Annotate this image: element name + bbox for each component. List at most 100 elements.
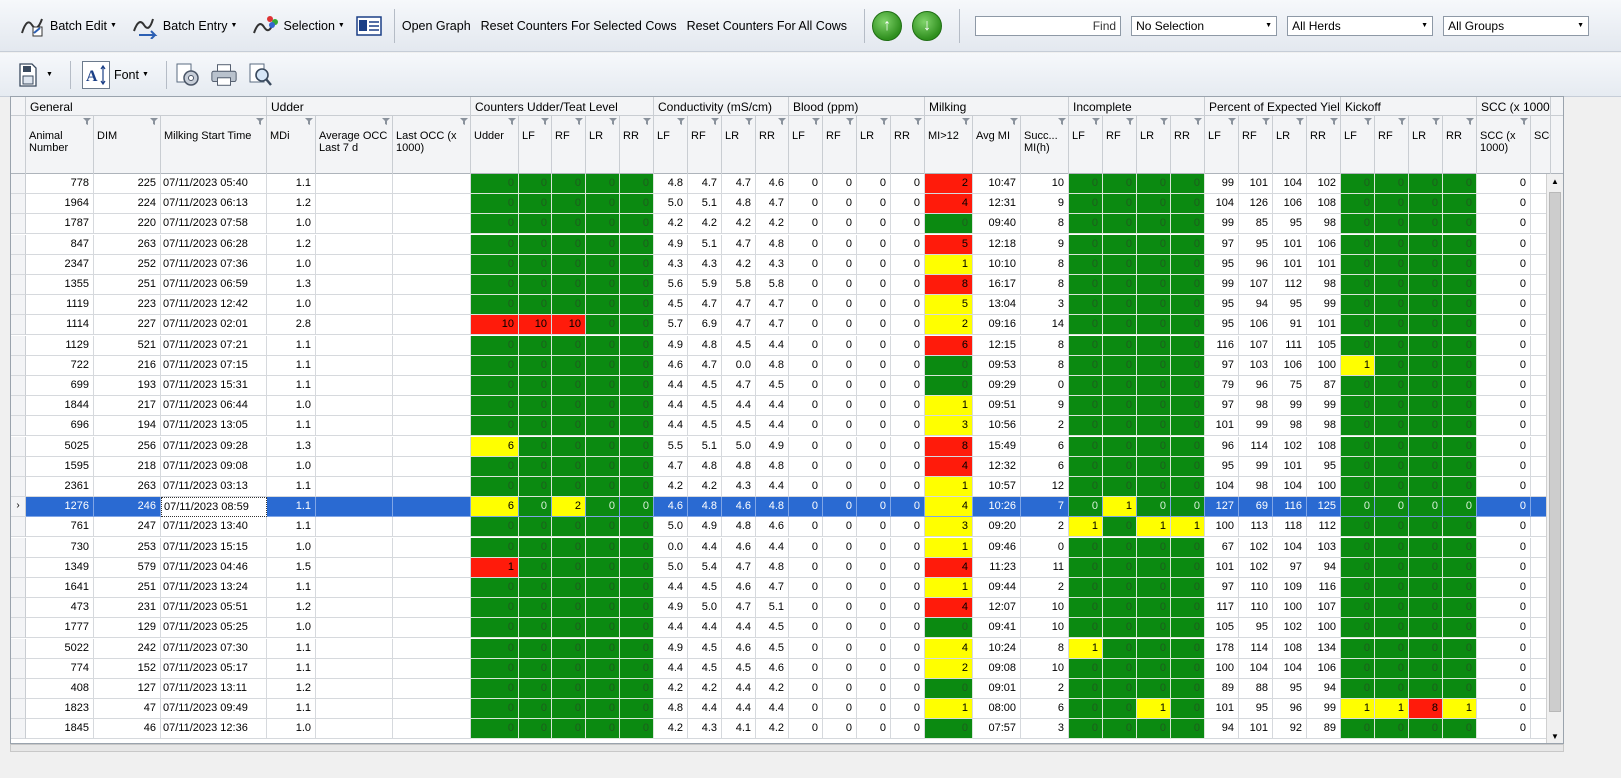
table-cell[interactable]: 0 (891, 355, 925, 376)
table-cell[interactable]: 0 (471, 638, 519, 659)
table-cell[interactable]: 0 (891, 658, 925, 679)
table-cell[interactable]: 0 (1341, 275, 1375, 295)
table-cell[interactable]: 1.0 (267, 214, 316, 235)
filter-icon[interactable] (1520, 118, 1528, 125)
table-cell[interactable]: 4.5 (722, 658, 756, 679)
table-cell[interactable]: 104 (1205, 477, 1239, 497)
table-cell[interactable]: 0 (823, 436, 857, 457)
table-row[interactable]: 1964 224 07/11/2023 06:13 1.2 0 0 0 0 0 5.0 5.1 4.8… (11, 194, 1546, 215)
table-cell[interactable]: 96 (1205, 436, 1239, 457)
table-cell[interactable]: 0 (1137, 497, 1171, 518)
table-cell[interactable]: 126 (1239, 194, 1273, 215)
table-cell[interactable]: 0 (1375, 254, 1409, 275)
table-cell[interactable]: 0 (1069, 315, 1103, 336)
filter-icon[interactable] (382, 118, 390, 125)
table-cell[interactable]: 4.2 (756, 214, 789, 235)
table-cell[interactable]: 6 (1021, 456, 1069, 477)
table-cell[interactable]: 0 (519, 396, 552, 417)
table-cell[interactable]: 4.8 (722, 456, 756, 477)
table-cell[interactable]: 07/11/2023 07:30 (161, 638, 267, 659)
table-cell[interactable]: 0 (586, 456, 620, 477)
table-cell[interactable]: 0 (789, 456, 823, 477)
table-cell[interactable]: 09:40 (973, 214, 1021, 235)
column-header[interactable]: LR (1273, 116, 1307, 174)
table-cell[interactable]: 0 (1375, 537, 1409, 558)
table-cell[interactable]: 9 (1021, 396, 1069, 417)
table-cell[interactable]: 0 (519, 638, 552, 659)
table-cell[interactable] (316, 396, 393, 417)
table-cell[interactable]: 0 (586, 174, 620, 194)
table-cell[interactable]: 0 (823, 477, 857, 497)
table-cell[interactable]: 09:29 (973, 376, 1021, 396)
table-cell[interactable]: 847 (26, 234, 94, 255)
table-cell[interactable]: 07/11/2023 09:08 (161, 456, 267, 477)
table-cell[interactable]: 1595 (26, 456, 94, 477)
table-cell[interactable]: 0 (1443, 578, 1477, 598)
table-cell[interactable]: 0 (1069, 537, 1103, 558)
table-cell[interactable]: 0 (789, 658, 823, 679)
table-cell[interactable]: 0 (1341, 537, 1375, 558)
table-cell[interactable]: 4.4 (722, 618, 756, 639)
table-cell[interactable]: 0 (552, 275, 586, 295)
table-cell[interactable]: 117 (1205, 598, 1239, 619)
table-cell[interactable]: 263 (94, 477, 161, 497)
table-cell[interactable]: 0 (552, 376, 586, 396)
table-cell[interactable]: 07/11/2023 13:40 (161, 517, 267, 538)
table-row[interactable]: 1349 579 07/11/2023 04:46 1.5 1 0 0 0 0 5.0 5.4 4.7… (11, 557, 1546, 578)
table-cell[interactable]: 0 (1409, 194, 1443, 215)
table-cell[interactable]: 12:15 (973, 335, 1021, 356)
column-header[interactable]: RF (823, 116, 857, 174)
table-cell[interactable]: 0 (586, 699, 620, 720)
table-cell[interactable]: 4.7 (688, 295, 722, 316)
filter-icon[interactable] (460, 118, 468, 125)
table-cell[interactable]: 1 (1341, 699, 1375, 720)
table-cell[interactable]: 0 (1103, 376, 1137, 396)
table-cell[interactable]: 0 (1137, 638, 1171, 659)
table-cell[interactable]: 4.2 (756, 719, 789, 740)
table-cell[interactable] (1531, 416, 1546, 437)
table-cell[interactable]: 0 (1171, 234, 1205, 255)
table-cell[interactable]: 0 (925, 618, 973, 639)
table-cell[interactable]: 107 (1239, 335, 1273, 356)
table-cell[interactable]: 101 (1273, 456, 1307, 477)
table-cell[interactable]: 12:18 (973, 234, 1021, 255)
table-cell[interactable]: 0 (471, 254, 519, 275)
table-cell[interactable]: 0 (620, 598, 654, 619)
table-cell[interactable]: 09:20 (973, 517, 1021, 538)
table-cell[interactable]: 88 (1239, 679, 1273, 699)
row-indicator[interactable] (11, 578, 26, 598)
table-cell[interactable]: 0 (857, 275, 891, 295)
table-cell[interactable]: 95 (1205, 315, 1239, 336)
table-row[interactable]: 1845 46 07/11/2023 12:36 1.0 0 0 0 0 0 4.2 4.3 4.1 4… (11, 719, 1546, 740)
table-cell[interactable]: 0 (1409, 335, 1443, 356)
table-cell[interactable]: 0 (1171, 456, 1205, 477)
table-cell[interactable]: 0 (471, 618, 519, 639)
table-cell[interactable]: 0 (1137, 234, 1171, 255)
table-cell[interactable]: 0 (823, 355, 857, 376)
table-cell[interactable]: 0 (1171, 335, 1205, 356)
table-cell[interactable]: 0 (1137, 315, 1171, 336)
table-cell[interactable]: 1 (925, 396, 973, 417)
table-cell[interactable]: 0 (823, 234, 857, 255)
table-cell[interactable]: 0 (891, 638, 925, 659)
table-cell[interactable]: 0 (823, 497, 857, 518)
table-cell[interactable]: 0 (471, 537, 519, 558)
table-cell[interactable]: 0 (823, 618, 857, 639)
table-cell[interactable]: 0 (1443, 315, 1477, 336)
table-cell[interactable]: 0 (823, 214, 857, 235)
table-cell[interactable]: 0 (1443, 658, 1477, 679)
table-cell[interactable]: 263 (94, 234, 161, 255)
filter-icon[interactable] (1126, 118, 1134, 125)
table-cell[interactable]: 69 (1239, 497, 1273, 518)
table-cell[interactable]: 0 (1375, 355, 1409, 376)
table-cell[interactable] (1531, 396, 1546, 417)
table-cell[interactable]: 1 (1375, 699, 1409, 720)
table-cell[interactable]: 5.0 (654, 517, 688, 538)
table-cell[interactable] (393, 295, 471, 316)
filter-icon[interactable] (1160, 118, 1168, 125)
column-header[interactable]: RF (1103, 116, 1137, 174)
table-cell[interactable]: 0 (1171, 477, 1205, 497)
table-cell[interactable]: 95 (1205, 254, 1239, 275)
table-cell[interactable]: 8 (1409, 699, 1443, 720)
table-cell[interactable]: 5 (925, 295, 973, 316)
